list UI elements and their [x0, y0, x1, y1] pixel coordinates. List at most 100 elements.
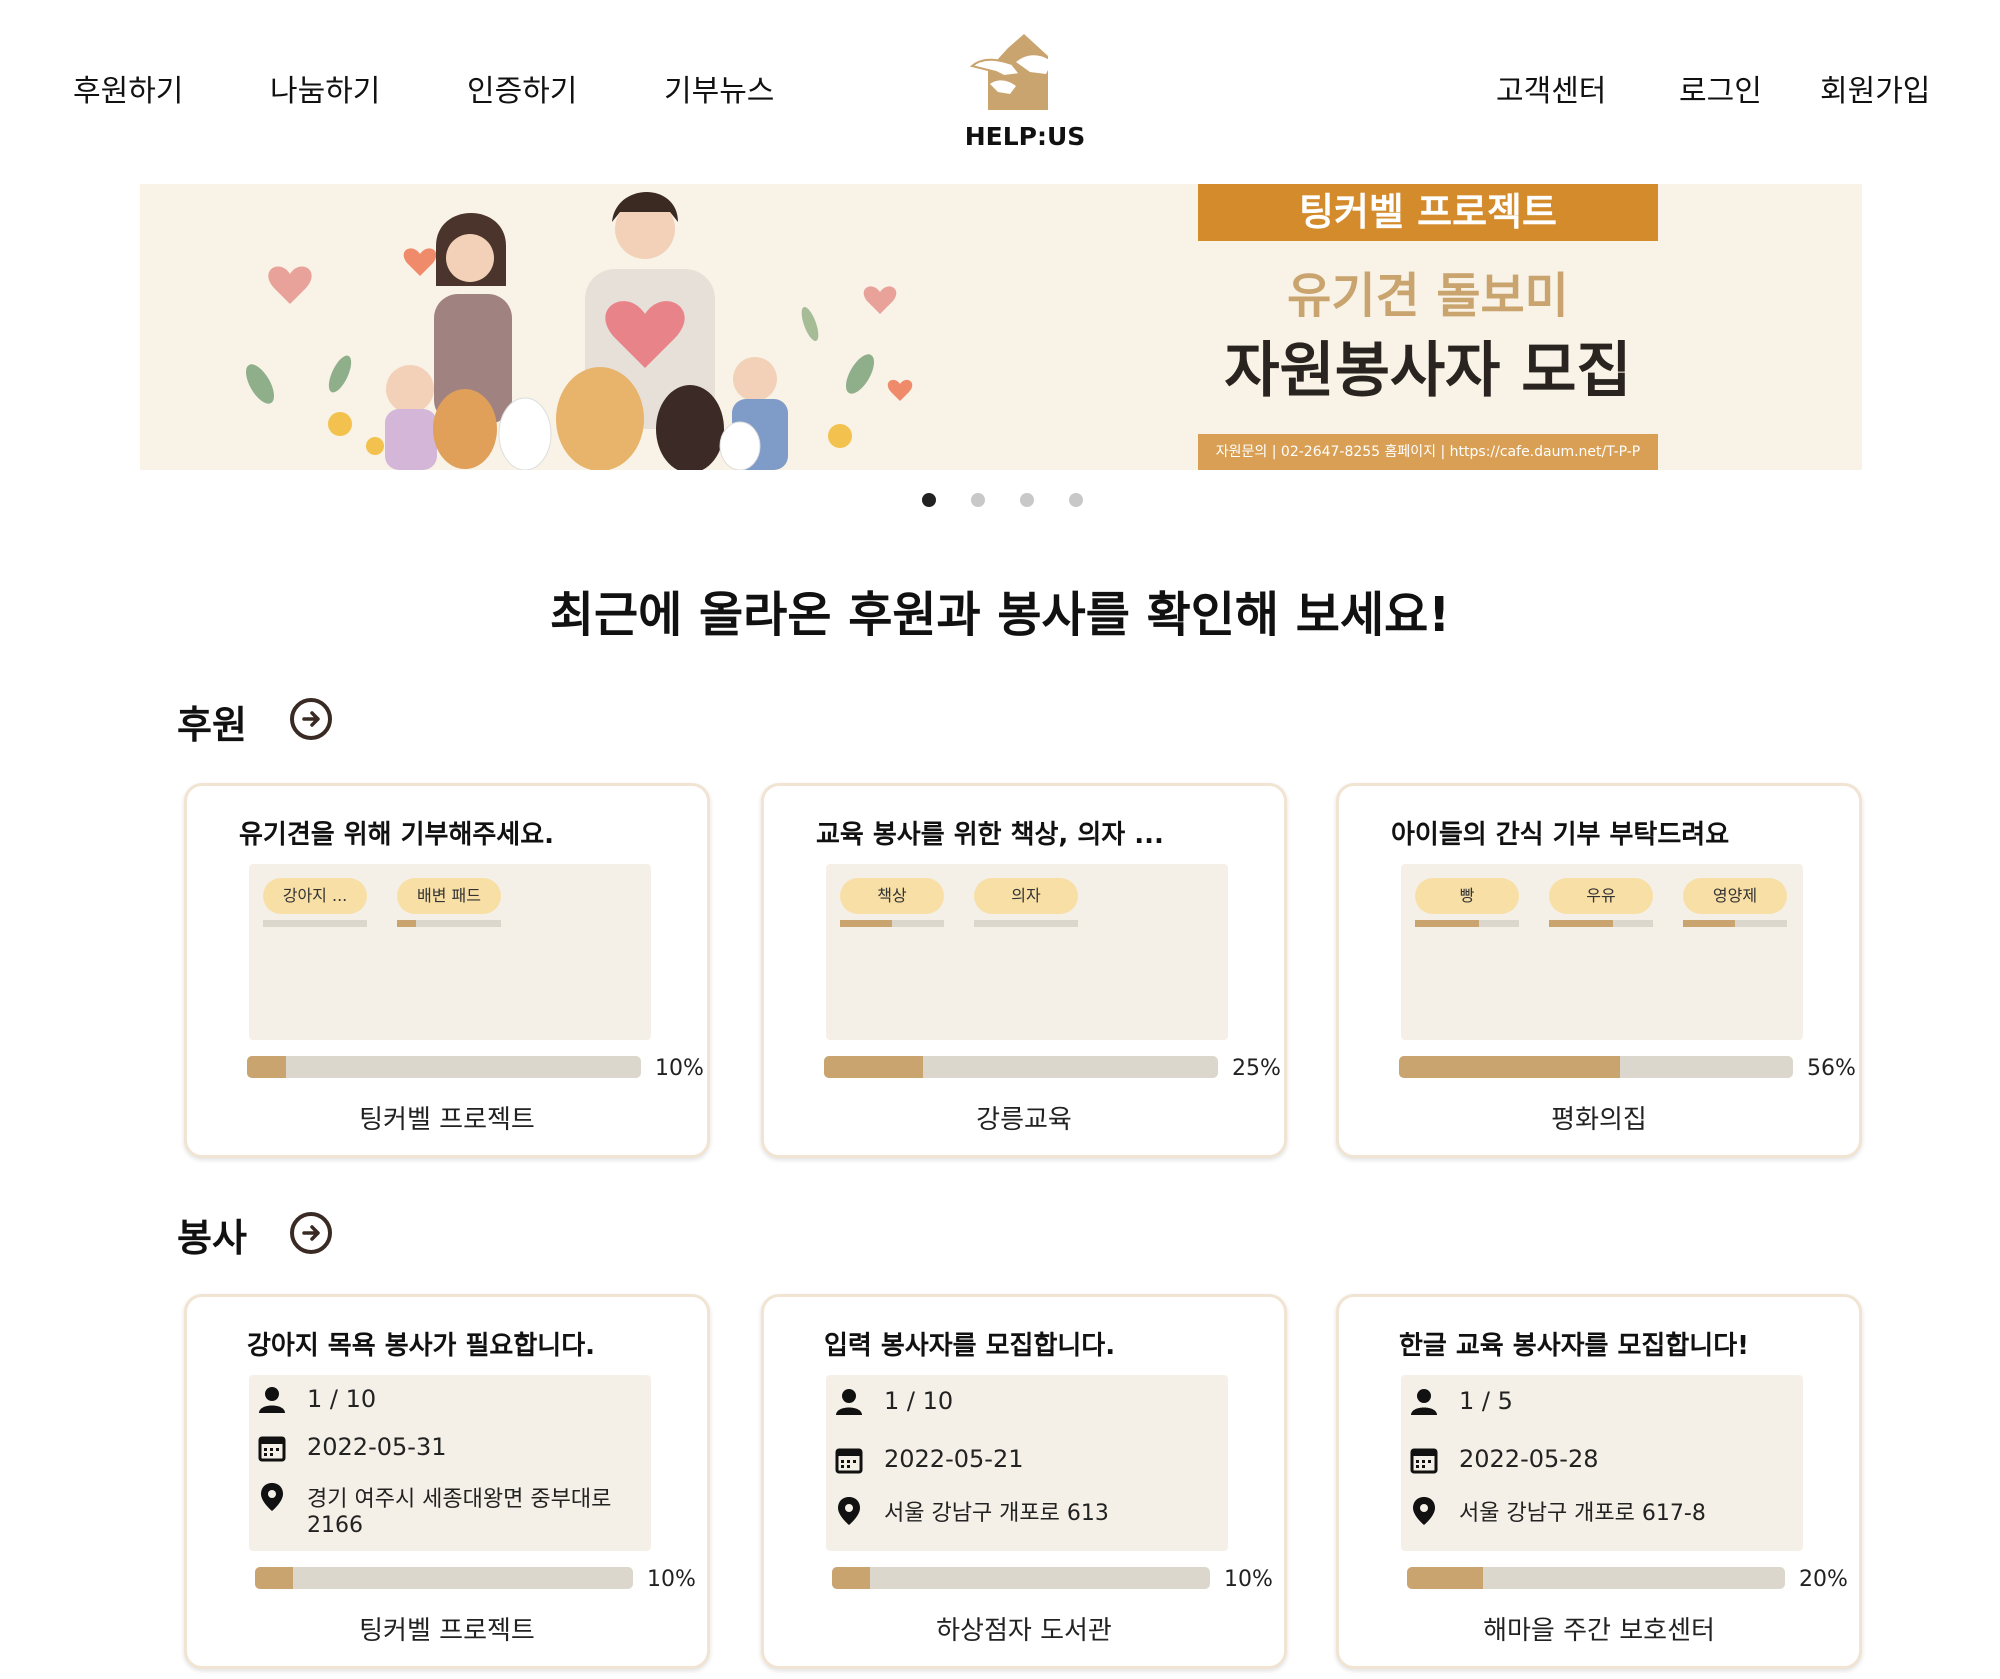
volunteer-card[interactable]: 강아지 목욕 봉사가 필요합니다. 1 / 10 2022-05-31 경기 여…: [184, 1294, 710, 1669]
person-icon: [836, 1389, 862, 1415]
nav-support[interactable]: 고객센터: [1496, 66, 1606, 110]
progress-percent: 25%: [1232, 1056, 1281, 1081]
item-progress: [1549, 920, 1653, 927]
donation-item: 우유: [1549, 878, 1653, 928]
donation-section-title: 후원: [177, 703, 247, 747]
card-title: 아이들의 간식 기부 부탁드려요: [1391, 820, 1730, 850]
card-title: 강아지 목욕 봉사가 필요합니다.: [247, 1331, 595, 1361]
logo-icon: [969, 34, 1052, 110]
arrow-right-icon: [302, 1225, 320, 1241]
carousel-dot-2[interactable]: [971, 493, 985, 507]
item-label: 책상: [840, 878, 944, 914]
item-progress: [263, 920, 367, 927]
banner-tag: 팅커벨 프로젝트: [1198, 184, 1658, 241]
location-pin-icon: [838, 1497, 860, 1525]
progress-bar: [1407, 1567, 1785, 1589]
logo-text: HELP:US: [964, 122, 1086, 151]
calendar-icon: [258, 1436, 286, 1462]
nav-signup[interactable]: 회원가입: [1820, 66, 1930, 110]
volunteer-info: 1 / 10 2022-05-31 경기 여주시 세종대왕면 중부대로 2166: [249, 1375, 651, 1551]
organization-name: 팅커벨 프로젝트: [359, 1105, 535, 1135]
people-row: 1 / 10: [834, 1387, 1224, 1421]
item-progress: [397, 920, 501, 927]
address-line-1: 서울 강남구 개포로 613: [884, 1501, 1109, 1526]
item-label: 배변 패드: [397, 878, 501, 914]
item-label: 의자: [974, 878, 1078, 914]
progress-fill: [247, 1056, 287, 1078]
donation-item: 배변 패드: [397, 878, 501, 928]
progress-percent: 20%: [1799, 1567, 1848, 1592]
date-row: 2022-05-21: [834, 1445, 1224, 1479]
progress-percent: 10%: [655, 1056, 704, 1081]
address-row: 서울 강남구 개포로 617-8: [1409, 1495, 1799, 1529]
item-progress: [1415, 920, 1519, 927]
people-row: 1 / 5: [1409, 1387, 1799, 1421]
nav-certify[interactable]: 인증하기: [467, 66, 577, 110]
address-line-1: 서울 강남구 개포로 617-8: [1459, 1501, 1706, 1526]
people-count: 1 / 10: [307, 1385, 377, 1413]
carousel-dot-4[interactable]: [1069, 493, 1083, 507]
address-row: 경기 여주시 세종대왕면 중부대로 2166: [257, 1481, 647, 1545]
item-label: 빵: [1415, 878, 1519, 914]
organization-name: 해마을 주간 보호센터: [1483, 1616, 1715, 1646]
item-progress-fill: [1683, 920, 1735, 927]
item-progress-fill: [1549, 920, 1614, 927]
banner-title: 자원봉사자 모집: [1224, 336, 1632, 406]
location-pin-icon: [1413, 1497, 1435, 1525]
volunteer-section-title: 봉사: [177, 1216, 247, 1260]
activity-date: 2022-05-28: [1459, 1445, 1599, 1473]
people-count: 1 / 5: [1459, 1387, 1513, 1415]
volunteer-info: 1 / 10 2022-05-21 서울 강남구 개포로 613: [826, 1375, 1228, 1551]
volunteer-more-button[interactable]: [290, 1212, 332, 1254]
donation-card[interactable]: 아이들의 간식 기부 부탁드려요 빵 우유 영양제 56% 평화의집: [1336, 783, 1862, 1158]
people-count: 1 / 10: [884, 1387, 954, 1415]
donation-card[interactable]: 유기견을 위해 기부해주세요. 강아지 ... 배변 패드 10% 팅커벨 프로…: [184, 783, 710, 1158]
progress-bar: [824, 1056, 1218, 1078]
banner-illustration: [246, 192, 913, 470]
nav-news[interactable]: 기부뉴스: [664, 66, 774, 110]
volunteer-card[interactable]: 한글 교육 봉사자를 모집합니다! 1 / 5 2022-05-28 서울 강남…: [1336, 1294, 1862, 1669]
nav-login[interactable]: 로그인: [1679, 66, 1762, 110]
progress-bar: [832, 1567, 1210, 1589]
donation-item: 강아지 ...: [263, 878, 367, 928]
card-title: 한글 교육 봉사자를 모집합니다!: [1399, 1331, 1749, 1361]
organization-name: 강릉교육: [976, 1105, 1072, 1135]
item-progress: [974, 920, 1078, 927]
people-row: 1 / 10: [257, 1385, 647, 1419]
date-row: 2022-05-28: [1409, 1445, 1799, 1479]
person-icon: [1411, 1389, 1437, 1415]
progress-percent: 10%: [647, 1567, 696, 1592]
donation-more-button[interactable]: [290, 698, 332, 740]
nav-donate[interactable]: 후원하기: [73, 66, 183, 110]
donation-items: 강아지 ... 배변 패드: [249, 864, 651, 1040]
item-label: 강아지 ...: [263, 878, 367, 914]
address-row: 서울 강남구 개포로 613: [834, 1495, 1224, 1529]
progress-fill: [255, 1567, 293, 1589]
item-progress-fill: [840, 920, 892, 927]
progress-fill: [1399, 1056, 1620, 1078]
item-progress: [840, 920, 944, 927]
activity-date: 2022-05-31: [307, 1433, 447, 1461]
banner-footer: 자원문의 | 02-2647-8255 홈페이지 | https://cafe.…: [1198, 434, 1658, 470]
progress-fill: [824, 1056, 923, 1078]
hero-banner[interactable]: 팅커벨 프로젝트 유기견 돌보미 자원봉사자 모집 자원문의 | 02-2647…: [140, 184, 1862, 470]
logo[interactable]: HELP:US: [960, 22, 1090, 152]
item-progress-fill: [1415, 920, 1480, 927]
volunteer-card[interactable]: 입력 봉사자를 모집합니다. 1 / 10 2022-05-21 서울 강남구 …: [761, 1294, 1287, 1669]
progress-percent: 56%: [1807, 1056, 1856, 1081]
carousel-dot-3[interactable]: [1020, 493, 1034, 507]
calendar-icon: [1410, 1448, 1438, 1474]
donation-card[interactable]: 교육 봉사를 위한 책상, 의자 ... 책상 의자 25% 강릉교육: [761, 783, 1287, 1158]
date-row: 2022-05-31: [257, 1433, 647, 1467]
carousel-dot-1[interactable]: [922, 493, 936, 507]
donation-items: 책상 의자: [826, 864, 1228, 1040]
nav-share[interactable]: 나눔하기: [270, 66, 380, 110]
banner-subtitle: 유기견 돌보미: [1287, 268, 1569, 324]
arrow-right-icon: [302, 711, 320, 727]
donation-item: 의자: [974, 878, 1078, 928]
progress-bar: [1399, 1056, 1793, 1078]
item-label: 우유: [1549, 878, 1653, 914]
page-headline: 최근에 올라온 후원과 봉사를 확인해 보세요!: [549, 587, 1451, 643]
person-icon: [259, 1387, 285, 1413]
card-title: 입력 봉사자를 모집합니다.: [824, 1331, 1116, 1361]
